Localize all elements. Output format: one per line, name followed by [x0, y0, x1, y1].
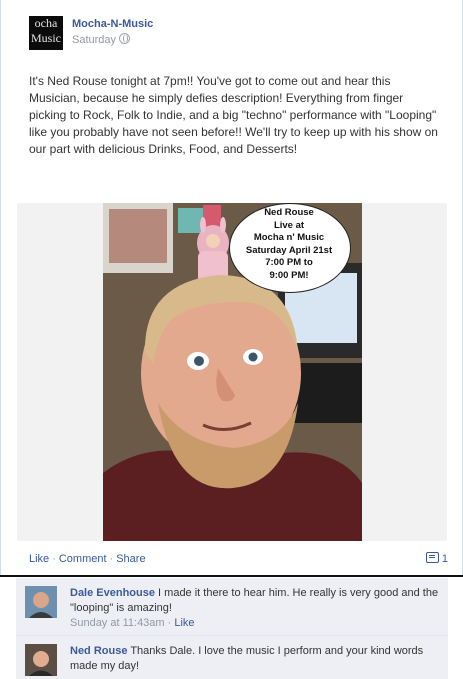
post-card: ocha Music Mocha-N-Music Saturday It's N…: [0, 0, 463, 575]
bubble-line: 9:00 PM!: [269, 269, 309, 281]
post-actions: Like · Comment · Share: [29, 553, 146, 565]
comment-separator: [16, 635, 448, 636]
comment-count-value: 1: [441, 553, 448, 565]
comment-icon: [425, 552, 439, 563]
comment-count-link[interactable]: 1: [425, 552, 448, 565]
page-name-link[interactable]: Mocha-N-Music: [72, 18, 153, 30]
post-message: It's Ned Rouse tonight at 7pm!! You've g…: [29, 74, 438, 156]
globe-icon: [119, 33, 131, 44]
comment-like-link[interactable]: Like: [174, 617, 194, 629]
comment-body: Ned Rouse Thanks Dale. I love the music …: [70, 644, 440, 674]
comment-body: Dale Evenhouse I made it there to hear h…: [70, 586, 440, 631]
action-separator: ·: [109, 553, 114, 565]
avatar-image: [25, 644, 57, 676]
share-link[interactable]: Share: [116, 553, 145, 565]
comments-section: Dale Evenhouse I made it there to hear h…: [16, 578, 448, 679]
like-link[interactable]: Like: [29, 553, 49, 565]
commenter-avatar[interactable]: [25, 644, 57, 676]
avatar-image: [25, 586, 57, 618]
speech-bubble-text: Ned Rouse Live at Mocha n' Music Saturda…: [237, 207, 341, 282]
bubble-line: 7:00 PM to: [265, 257, 313, 268]
section-divider: [0, 575, 463, 577]
action-separator: ·: [52, 553, 56, 565]
bubble-line: Ned Rouse: [264, 207, 314, 218]
bubble-line: Saturday April 21st: [245, 244, 333, 256]
post-time-text: Saturday: [72, 34, 117, 46]
page-avatar[interactable]: ocha Music: [29, 16, 63, 50]
avatar-text-line-1: ocha: [34, 16, 58, 30]
comment-time[interactable]: Sunday at 11:43am: [70, 617, 165, 629]
comment-link[interactable]: Comment: [59, 553, 107, 565]
comment-meta: Sunday at 11:43am · Like: [70, 617, 195, 629]
bubble-line: Mocha n' Music: [253, 232, 325, 243]
post-timestamp[interactable]: Saturday: [72, 33, 131, 46]
comment-author-link[interactable]: Ned Rouse: [70, 645, 127, 657]
commenter-avatar[interactable]: [25, 586, 57, 618]
bubble-line: Live at: [273, 219, 305, 231]
comment-author-link[interactable]: Dale Evenhouse: [70, 587, 155, 599]
avatar-text-line-2: Music: [31, 31, 61, 45]
